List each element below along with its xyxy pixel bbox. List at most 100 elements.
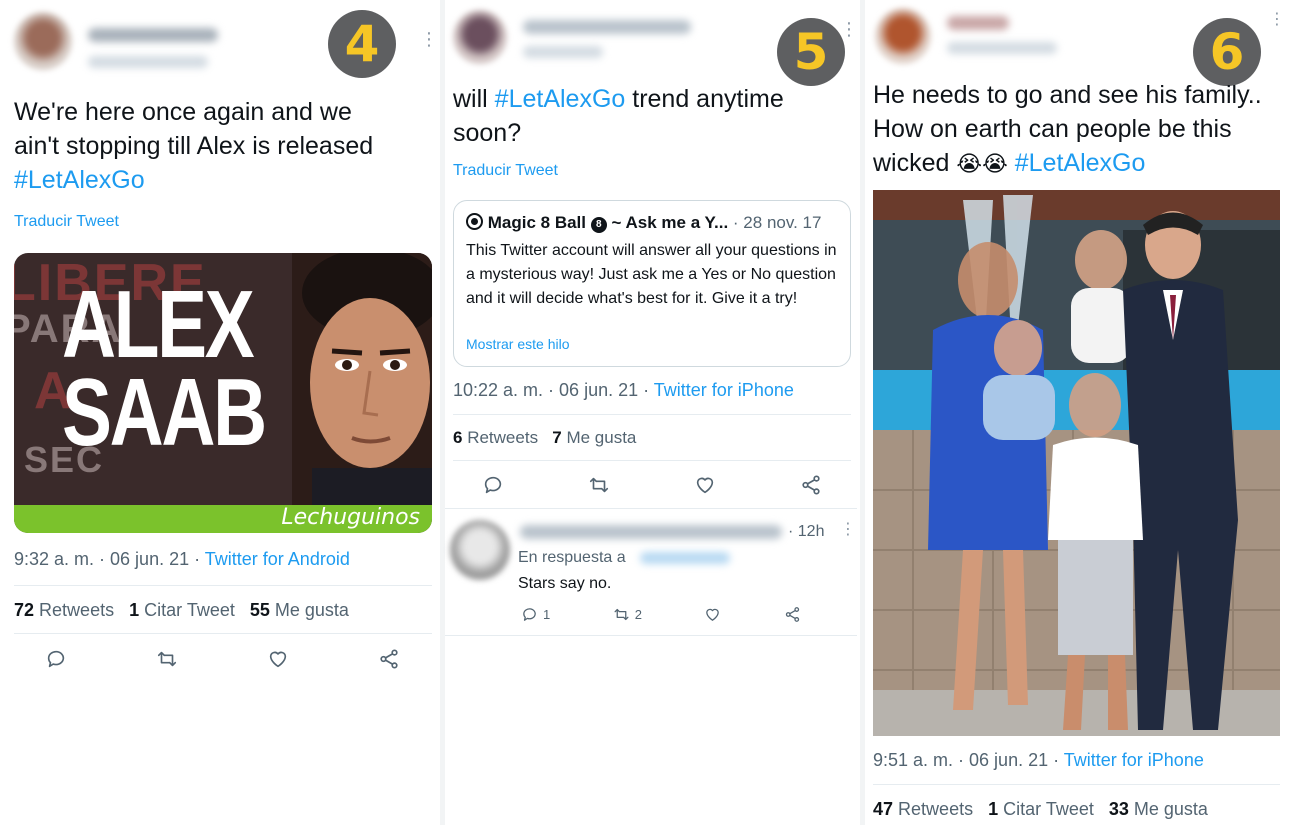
- quoted-tweet-card[interactable]: Magic 8 Ball 8 ~ Ask me a Y... · 28 nov.…: [453, 200, 851, 367]
- sequence-badge: 6: [1193, 18, 1261, 86]
- sequence-badge: 5: [777, 18, 845, 86]
- divider: [453, 460, 851, 461]
- user-display-name[interactable]: [523, 20, 691, 34]
- eight-ball-badge-icon: 8: [590, 217, 607, 233]
- user-handle: [523, 46, 603, 58]
- reply-button[interactable]: 1: [521, 606, 550, 623]
- user-handle: [947, 42, 1057, 54]
- quotes-label: Citar Tweet: [1003, 799, 1094, 819]
- retweets-stat[interactable]: 72 Retweets: [14, 600, 114, 620]
- reply-icon[interactable]: [482, 474, 504, 496]
- reply-text: Stars say no.: [518, 575, 612, 592]
- timestamp-text[interactable]: 10:22 a. m. · 06 jun. 21 ·: [453, 380, 654, 400]
- share-icon: [785, 607, 800, 622]
- quoted-tweet-header: Magic 8 Ball 8 ~ Ask me a Y... · 28 nov.…: [466, 213, 821, 233]
- tweet-text-segment: trend anytime: [625, 85, 784, 113]
- quoted-author-name: Magic 8 Ball: [487, 213, 586, 232]
- like-icon[interactable]: [694, 474, 716, 496]
- tweet-media-photo[interactable]: [873, 190, 1280, 736]
- tweet-stats: 47 Retweets 1 Citar Tweet 33 Me gusta: [873, 799, 1208, 820]
- tweet-text-segment: wicked: [873, 149, 957, 177]
- quotes-count: 1: [988, 799, 999, 819]
- source-link[interactable]: Twitter for Android: [205, 549, 350, 569]
- tweet-stats: 72 Retweets 1 Citar Tweet 55 Me gusta: [14, 600, 349, 621]
- sequence-badge: 4: [328, 10, 396, 78]
- more-options-icon[interactable]: ⋮: [840, 20, 858, 38]
- reply-time: · 12h: [788, 523, 825, 540]
- quoted-author-tagline: ~ Ask me a Y...: [611, 213, 729, 232]
- reply-author-name[interactable]: [520, 525, 782, 539]
- divider: [14, 585, 432, 586]
- show-thread-link[interactable]: Mostrar este hilo: [466, 336, 569, 352]
- tweet-text: We're here once again and we ain't stopp…: [14, 95, 434, 197]
- quoted-tweet-date: · 28 nov. 17: [732, 213, 822, 232]
- divider: [453, 414, 851, 415]
- translate-tweet-link[interactable]: Traducir Tweet: [453, 162, 558, 180]
- tweet-media-image[interactable]: LIBERE PARA A SEC ALEX SAAB Lechuguinos: [14, 253, 432, 533]
- retweets-stat[interactable]: 47 Retweets: [873, 799, 973, 819]
- like-icon[interactable]: [267, 648, 289, 670]
- retweet-count: 2: [634, 607, 642, 622]
- eight-ball-icon: [466, 213, 483, 230]
- retweets-count: 72: [14, 600, 35, 620]
- quotes-stat[interactable]: 1 Citar Tweet: [988, 799, 1094, 819]
- in-reply-to-handle[interactable]: [640, 552, 730, 564]
- share-icon[interactable]: [378, 648, 400, 670]
- timestamp-text[interactable]: 9:32 a. m. · 06 jun. 21 ·: [14, 549, 205, 569]
- tweet-text: He needs to go and see his family.. How …: [873, 78, 1298, 182]
- reply-avatar[interactable]: [450, 520, 510, 580]
- source-link[interactable]: Twitter for iPhone: [1064, 750, 1204, 770]
- tweet-text-line: wicked 😭😭 #LetAlexGo: [873, 146, 1298, 182]
- more-options-icon[interactable]: ⋮: [420, 30, 438, 48]
- hashtag-link[interactable]: #LetAlexGo: [495, 85, 626, 113]
- retweets-stat[interactable]: 6 Retweets: [453, 428, 538, 447]
- share-button[interactable]: [784, 606, 801, 623]
- likes-count: 55: [249, 600, 270, 620]
- reply-icon[interactable]: [45, 648, 67, 670]
- like-button[interactable]: [704, 606, 721, 623]
- quotes-count: 1: [129, 600, 140, 620]
- retweets-label: Retweets: [898, 799, 974, 819]
- likes-label: Me gusta: [566, 428, 637, 447]
- likes-stat[interactable]: 33 Me gusta: [1109, 799, 1208, 819]
- tweet-actions: [482, 474, 822, 496]
- divider: [873, 784, 1280, 785]
- retweets-label: Retweets: [467, 428, 539, 447]
- user-display-name[interactable]: [947, 16, 1009, 30]
- likes-label: Me gusta: [274, 600, 349, 620]
- tweet-actions: [45, 648, 400, 670]
- translate-tweet-link[interactable]: Traducir Tweet: [14, 213, 119, 231]
- likes-stat[interactable]: 55 Me gusta: [250, 600, 349, 620]
- family-photo: [873, 190, 1280, 736]
- retweet-button[interactable]: 2: [613, 606, 642, 623]
- crying-emoji: 😭😭: [956, 152, 1008, 177]
- source-link[interactable]: Twitter for iPhone: [654, 380, 794, 400]
- retweet-icon[interactable]: [588, 474, 610, 496]
- tweet-text-line: soon?: [453, 119, 522, 147]
- tweet-text-line: ain't stopping till Alex is released: [14, 132, 374, 160]
- user-avatar[interactable]: [14, 12, 72, 70]
- portrait-illustration: [292, 253, 432, 513]
- user-display-name[interactable]: [88, 28, 218, 42]
- tweet-text-segment: will: [453, 85, 495, 113]
- hashtag-link[interactable]: #LetAlexGo: [1015, 149, 1146, 177]
- timestamp-text[interactable]: 9:51 a. m. · 06 jun. 21 ·: [873, 750, 1064, 770]
- user-avatar[interactable]: [453, 10, 507, 64]
- tweet-text-line: will #LetAlexGo trend anytime: [453, 82, 853, 116]
- reply-icon: [523, 608, 536, 621]
- retweets-count: 47: [873, 799, 894, 819]
- likes-stat[interactable]: 7 Me gusta: [552, 428, 636, 447]
- retweet-icon[interactable]: [156, 648, 178, 670]
- user-avatar[interactable]: [875, 8, 931, 64]
- hashtag-link[interactable]: #LetAlexGo: [14, 163, 434, 197]
- quotes-stat[interactable]: 1 Citar Tweet: [129, 600, 235, 620]
- user-handle: [88, 56, 208, 68]
- retweets-label: Retweets: [39, 600, 115, 620]
- more-options-icon[interactable]: ⋮: [1269, 12, 1285, 28]
- tweet-timestamp: 9:32 a. m. · 06 jun. 21 · Twitter for An…: [14, 549, 350, 570]
- more-options-icon[interactable]: ⋮: [840, 522, 856, 538]
- reply-count: 1: [543, 607, 551, 622]
- likes-count: 33: [1108, 799, 1129, 819]
- share-icon[interactable]: [800, 474, 822, 496]
- reply-actions: 1 2: [521, 606, 801, 623]
